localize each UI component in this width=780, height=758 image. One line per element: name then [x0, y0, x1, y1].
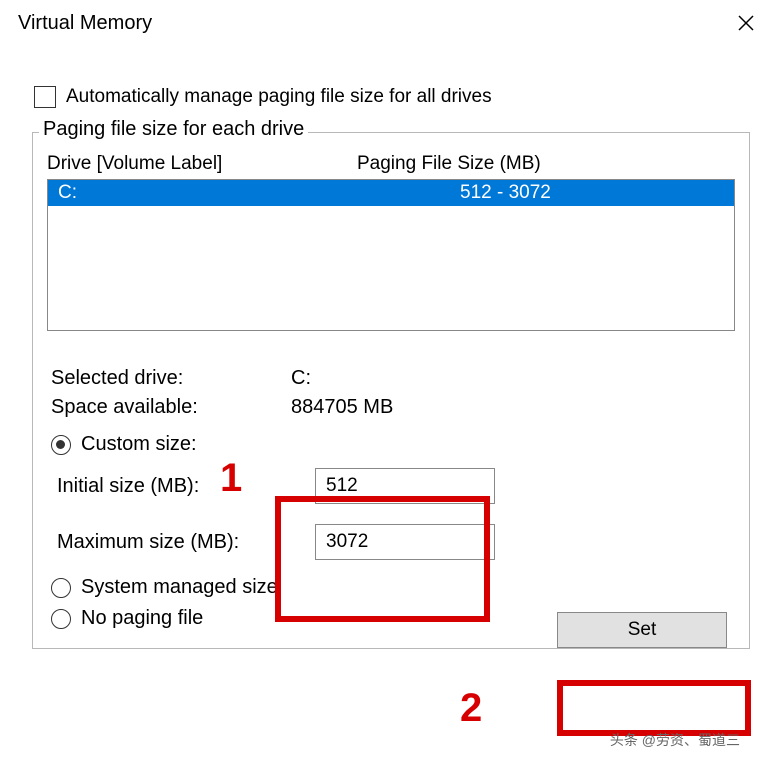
space-available-value: 884705 MB [291, 396, 393, 419]
auto-manage-row: Automatically manage paging file size fo… [34, 86, 752, 108]
custom-size-radio[interactable] [51, 435, 71, 455]
auto-manage-label: Automatically manage paging file size fo… [66, 86, 492, 108]
initial-size-row: Initial size (MB): [57, 468, 735, 504]
dialog-content: Automatically manage paging file size fo… [0, 46, 780, 649]
paging-file-group: Paging file size for each drive Drive [V… [32, 132, 750, 649]
set-button[interactable]: Set [557, 612, 727, 648]
set-button-label: Set [628, 619, 657, 641]
max-size-label: Maximum size (MB): [57, 531, 315, 554]
initial-size-input[interactable] [315, 468, 495, 504]
custom-size-row: Custom size: [51, 433, 735, 456]
initial-size-label: Initial size (MB): [57, 475, 315, 498]
auto-manage-checkbox[interactable] [34, 86, 56, 108]
max-size-input[interactable] [315, 524, 495, 560]
annotation-box-2 [557, 680, 751, 736]
selected-drive-value: C: [291, 367, 311, 390]
system-managed-row: System managed size [51, 576, 735, 599]
drive-row-drive: C: [58, 182, 460, 204]
no-paging-label: No paging file [81, 607, 203, 630]
drive-row[interactable]: C: 512 - 3072 [48, 180, 734, 206]
close-icon[interactable] [726, 8, 766, 38]
no-paging-radio[interactable] [51, 609, 71, 629]
drive-list-header: Drive [Volume Label] Paging File Size (M… [47, 153, 735, 175]
group-legend: Paging file size for each drive [39, 118, 308, 141]
custom-size-label: Custom size: [81, 433, 197, 456]
header-drive: Drive [Volume Label] [47, 153, 357, 175]
annotation-number-2: 2 [460, 686, 482, 731]
max-size-row: Maximum size (MB): [57, 524, 735, 560]
header-size: Paging File Size (MB) [357, 153, 541, 175]
drive-listbox[interactable]: C: 512 - 3072 [47, 179, 735, 331]
window-title: Virtual Memory [18, 12, 152, 35]
watermark: 头条 @劳资、蜀道三 [610, 730, 740, 750]
drive-info: Selected drive: C: Space available: 8847… [51, 367, 735, 419]
selected-drive-label: Selected drive: [51, 367, 291, 390]
space-available-label: Space available: [51, 396, 291, 419]
drive-row-size: 512 - 3072 [460, 182, 551, 204]
system-managed-label: System managed size [81, 576, 278, 599]
titlebar: Virtual Memory [0, 0, 780, 46]
system-managed-radio[interactable] [51, 578, 71, 598]
